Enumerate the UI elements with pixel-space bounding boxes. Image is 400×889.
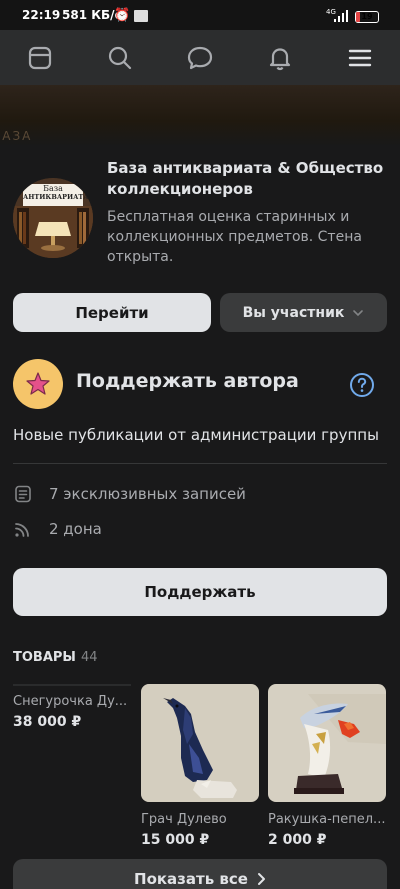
sd-card-icon — [134, 10, 148, 22]
alarm-icon: ⏰ — [114, 8, 131, 23]
dons-row: 2 дона — [13, 518, 102, 540]
battery-icon: 19 — [355, 11, 379, 23]
go-button[interactable]: Перейти — [13, 293, 211, 332]
product-image — [141, 684, 259, 802]
status-speed: 581 КБ/с — [62, 8, 122, 22]
status-time: 22:19 — [22, 8, 61, 22]
chevron-down-icon — [353, 309, 364, 316]
exclusive-posts-text: 7 эксклюзивных записей — [49, 485, 246, 503]
broadcast-icon — [15, 523, 29, 537]
help-icon[interactable] — [349, 372, 375, 398]
product-card[interactable]: Грач Дулево 15 000 ₽ — [141, 684, 259, 848]
search-icon[interactable] — [104, 42, 136, 74]
show-all-button[interactable]: Показать все — [13, 859, 387, 889]
group-title: База антиквариата & Общество коллекционе… — [107, 159, 384, 198]
product-name: Ракушка-пепел... — [268, 812, 386, 827]
top-nav-bar — [0, 30, 400, 85]
support-button[interactable]: Поддержать — [13, 568, 387, 616]
dons-text: 2 дона — [49, 520, 102, 538]
product-card[interactable]: Ракушка-пепел... 2 000 ₽ — [268, 684, 386, 848]
feed-icon[interactable] — [24, 42, 56, 74]
messages-icon[interactable] — [184, 42, 216, 74]
chevron-right-icon — [257, 873, 265, 885]
product-name: Снегурочка Ду... — [13, 694, 128, 709]
product-name: Грач Дулево — [141, 812, 227, 827]
document-icon — [15, 485, 31, 503]
battery-level: 19 — [361, 12, 373, 21]
support-subtitle: Новые публикации от администрации группы — [13, 426, 379, 444]
notifications-icon[interactable] — [264, 42, 296, 74]
status-bar: 22:19 581 КБ/с ⏰ 4G 19 — [0, 0, 400, 30]
group-cover: БАЗА — [0, 85, 400, 145]
goods-heading[interactable]: ТОВАРЫ — [13, 650, 76, 665]
avatar-logo-line1: База — [43, 184, 63, 193]
avatar-logo-text: База АНТИКВАРИАТА — [23, 184, 89, 202]
cover-text: БАЗА — [0, 129, 33, 143]
signal-icon — [334, 10, 348, 22]
goods-count: 44 — [81, 650, 98, 665]
product-image-placeholder — [13, 684, 131, 686]
divider — [13, 463, 387, 464]
product-price: 15 000 ₽ — [141, 832, 210, 848]
product-price: 38 000 ₽ — [13, 714, 82, 730]
group-description: Бесплатная оценка старинных и коллекцион… — [107, 209, 362, 265]
avatar-logo-line2: АНТИКВАРИАТА — [23, 193, 89, 201]
product-image — [268, 684, 386, 802]
product-card[interactable]: Снегурочка Ду... 38 000 ₽ — [13, 684, 131, 730]
member-button-label: Вы участник — [242, 304, 345, 321]
support-title: Поддержать автора — [76, 370, 299, 392]
exclusive-posts-row: 7 эксклюзивных записей — [13, 483, 246, 505]
battery-fill — [356, 12, 361, 22]
star-badge-icon — [13, 359, 63, 409]
show-all-label: Показать все — [134, 870, 248, 888]
member-button[interactable]: Вы участник — [220, 293, 387, 332]
menu-icon[interactable] — [344, 42, 376, 74]
group-avatar[interactable]: База АНТИКВАРИАТА — [13, 178, 93, 258]
product-price: 2 000 ₽ — [268, 832, 327, 848]
